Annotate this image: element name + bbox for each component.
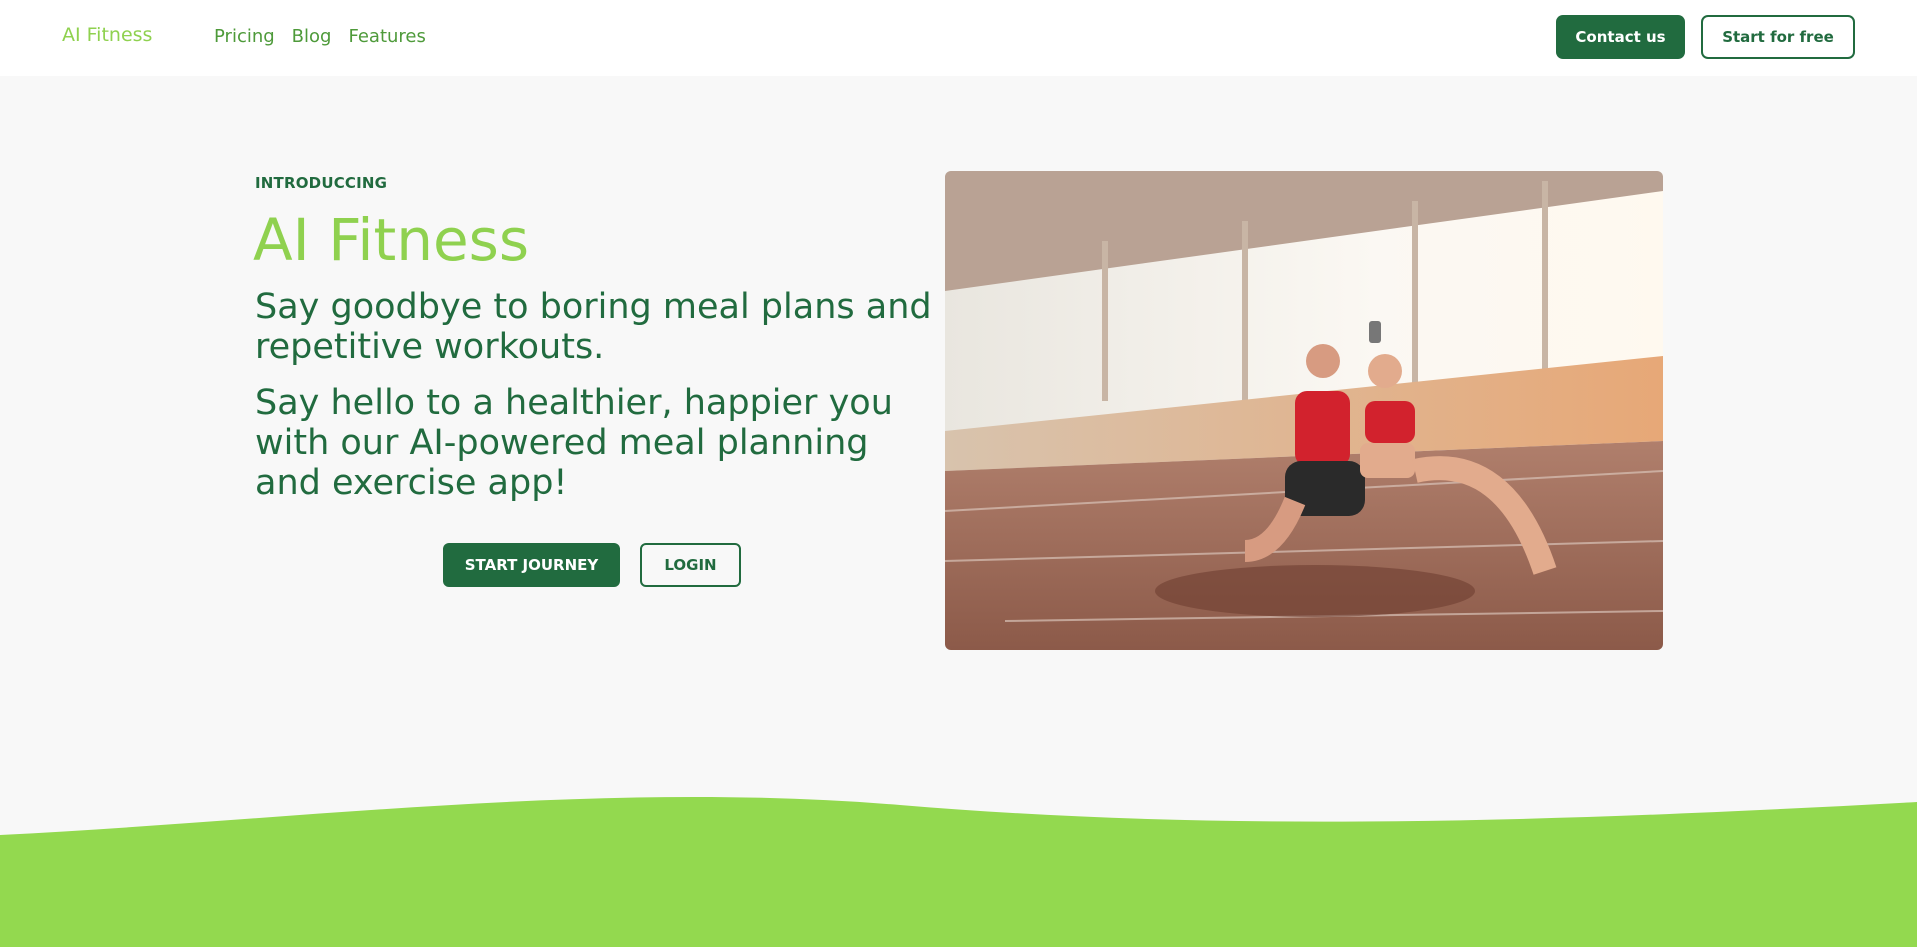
- start-for-free-button[interactable]: Start for free: [1701, 15, 1855, 59]
- hero-eyebrow: INTRODUCCING: [255, 174, 388, 192]
- hero-paragraph-1: Say goodbye to boring meal plans and rep…: [255, 287, 932, 367]
- hero-title: AI Fitness: [253, 206, 530, 274]
- hero-photo-icon: [945, 171, 1663, 650]
- main-nav: Pricing Blog Features: [214, 26, 426, 47]
- nav-features[interactable]: Features: [348, 26, 425, 47]
- decorative-wave: [0, 780, 1917, 947]
- hero-paragraph-2: Say hello to a healthier, happier you wi…: [255, 383, 893, 503]
- logo-link[interactable]: AI Fitness: [62, 24, 152, 46]
- contact-us-button[interactable]: Contact us: [1556, 15, 1685, 59]
- hero-photo: [945, 171, 1663, 650]
- nav-blog[interactable]: Blog: [292, 26, 332, 47]
- start-journey-button[interactable]: START JOURNEY: [443, 543, 620, 587]
- site-header: AI Fitness Pricing Blog Features Contact…: [0, 0, 1917, 76]
- login-button[interactable]: LOGIN: [640, 543, 741, 587]
- nav-pricing[interactable]: Pricing: [214, 26, 275, 47]
